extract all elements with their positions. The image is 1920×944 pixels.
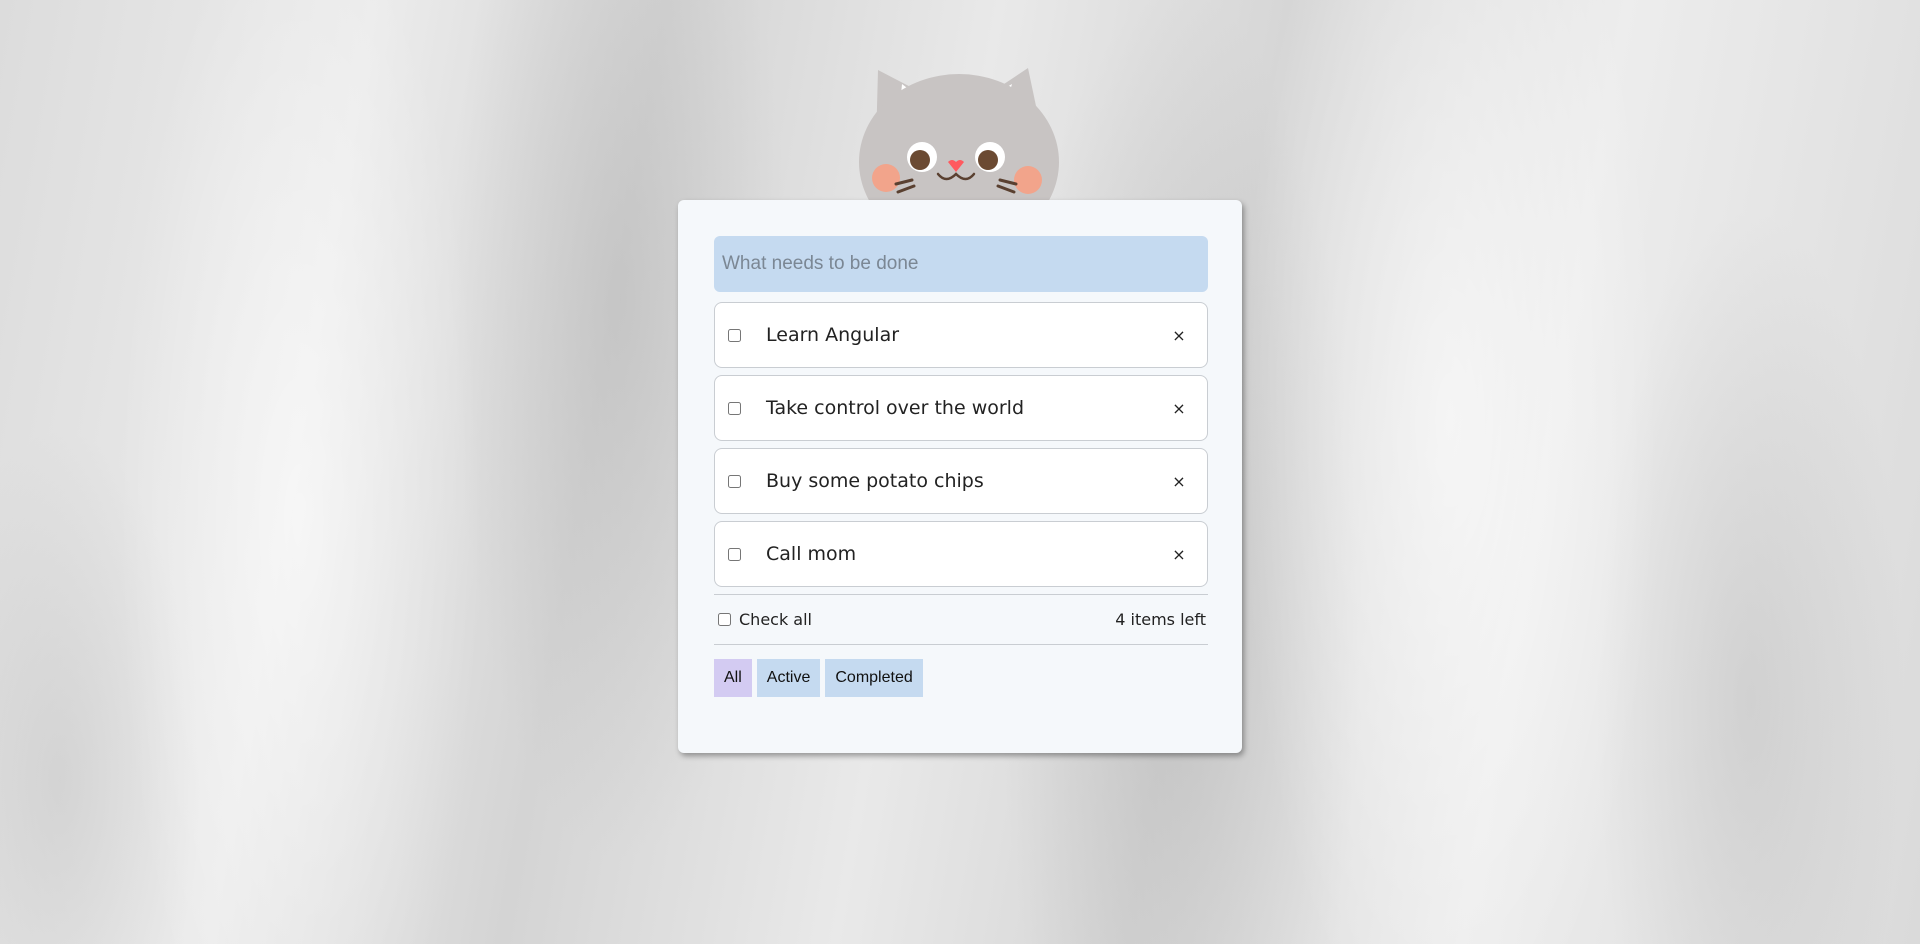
filter-completed-button[interactable]: Completed [825, 659, 923, 697]
todo-footer: Check all 4 items left [714, 594, 1208, 645]
close-icon[interactable]: × [1169, 326, 1189, 345]
close-icon[interactable]: × [1169, 399, 1189, 418]
check-all-control[interactable]: Check all [714, 610, 812, 629]
todo-list: Learn Angular × Take control over the wo… [714, 302, 1208, 587]
todo-toggle-checkbox[interactable] [728, 474, 741, 488]
filter-active-button[interactable]: Active [756, 659, 821, 697]
todo-title: Call mom [766, 543, 857, 565]
todo-toggle-checkbox[interactable] [728, 547, 741, 561]
todo-item[interactable]: Learn Angular × [714, 302, 1208, 368]
check-all-label: Check all [739, 610, 812, 629]
filter-all-button[interactable]: All [714, 659, 752, 697]
todo-item[interactable]: Take control over the world × [714, 375, 1208, 441]
todo-app-card: Learn Angular × Take control over the wo… [678, 200, 1242, 753]
cat-mascot-icon [859, 68, 1059, 202]
check-all-checkbox[interactable] [718, 613, 731, 626]
close-icon[interactable]: × [1169, 545, 1189, 564]
todo-title: Learn Angular [766, 324, 900, 346]
todo-title: Take control over the world [766, 397, 1025, 419]
todo-item[interactable]: Call mom × [714, 521, 1208, 587]
new-todo-input[interactable] [714, 236, 1208, 292]
todo-title: Buy some potato chips [766, 470, 984, 492]
filter-bar: All Active Completed [714, 659, 1208, 697]
todo-item[interactable]: Buy some potato chips × [714, 448, 1208, 514]
close-icon[interactable]: × [1169, 472, 1189, 491]
items-left-count: 4 items left [1115, 610, 1206, 629]
todo-toggle-checkbox[interactable] [728, 328, 741, 342]
todo-toggle-checkbox[interactable] [728, 401, 741, 415]
